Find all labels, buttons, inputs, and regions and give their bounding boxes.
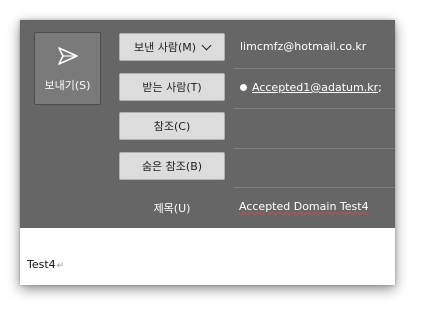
send-button-label: 보내기(S) <box>44 79 91 92</box>
from-value: limcmfz@hotmail.co.kr <box>240 40 367 53</box>
subject-label: 제목(U) <box>153 202 191 215</box>
bcc-button-label: 숨은 참조(B) <box>141 160 203 173</box>
to-field[interactable]: Accepted1@adatum.kr; <box>240 81 382 94</box>
to-recipient[interactable]: Accepted1@adatum.kr <box>252 81 378 94</box>
cc-button-label: 참조(C) <box>153 120 191 133</box>
to-divider <box>234 108 395 109</box>
send-button[interactable]: 보내기(S) <box>34 32 101 105</box>
presence-dot-icon <box>240 84 247 91</box>
cc-divider <box>234 148 395 149</box>
from-button-label: 보낸 사람(M) <box>133 41 197 54</box>
to-button[interactable]: 받는 사람(T) <box>119 73 225 101</box>
bcc-button[interactable]: 숨은 참조(B) <box>119 152 225 180</box>
from-divider <box>234 68 395 69</box>
cc-button[interactable]: 참조(C) <box>119 112 225 140</box>
compose-header: 보내기(S) 보낸 사람(M) limcmfz@hotmail.co.kr 받는… <box>20 20 395 228</box>
to-button-label: 받는 사람(T) <box>142 81 202 94</box>
to-separator: ; <box>378 81 382 94</box>
message-body-text: Test4↵ <box>27 258 64 271</box>
subject-input[interactable]: Accepted Domain Test4 <box>239 200 369 213</box>
chevron-down-icon <box>201 40 212 50</box>
body-text: Test4 <box>27 258 56 271</box>
paragraph-mark-icon: ↵ <box>56 261 65 271</box>
bcc-divider <box>234 187 395 188</box>
compose-window: 보내기(S) 보낸 사람(M) limcmfz@hotmail.co.kr 받는… <box>20 20 395 285</box>
message-body[interactable]: Test4↵ <box>20 228 395 285</box>
from-button[interactable]: 보낸 사람(M) <box>119 33 225 61</box>
send-icon <box>58 47 78 65</box>
